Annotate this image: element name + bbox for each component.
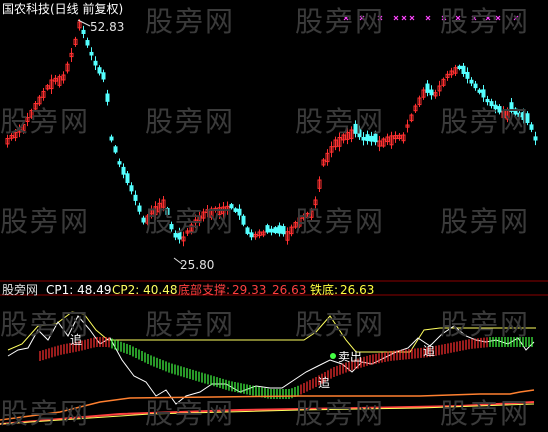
candle-body <box>105 93 110 102</box>
cp1-value: CP1: 48.49 <box>46 283 112 297</box>
candle-body <box>237 208 242 216</box>
candle-body <box>469 79 474 84</box>
candle-body <box>457 65 462 70</box>
candle-body <box>241 215 246 225</box>
candle-body <box>481 89 486 98</box>
watermark: 股旁网 <box>440 397 531 430</box>
watermark: 股旁网 <box>145 105 236 138</box>
candle-body <box>121 166 126 175</box>
candle-body <box>93 60 98 66</box>
chart-title: 国农科技(日线 前复权) <box>2 2 124 16</box>
candle-body <box>117 161 122 165</box>
candle-body <box>281 226 286 235</box>
candle-body <box>533 136 538 141</box>
watermark: 股旁网 <box>145 5 236 38</box>
candle-body <box>85 40 90 46</box>
iron-bottom-label: 铁底: <box>310 283 339 297</box>
watermark: 股旁网 <box>0 397 91 430</box>
watermark: 股旁网 <box>440 308 531 341</box>
candle-body <box>461 65 466 74</box>
chase-annotation: 追 <box>423 344 436 358</box>
sell-annotation: 卖出 <box>338 350 363 364</box>
signal-marker <box>401 15 407 21</box>
candle-body <box>465 71 470 79</box>
watermark: 股旁网 <box>0 105 91 138</box>
watermark: 股旁网 <box>145 397 236 430</box>
candle-body <box>125 173 130 183</box>
low-price-label: 25.80 <box>180 258 215 272</box>
watermark: 股旁网 <box>440 205 531 238</box>
candle-body <box>81 29 86 34</box>
iron-bottom-value: 26.63 <box>340 283 375 297</box>
cp2-value: CP2: 40.48 <box>112 283 178 297</box>
watermark: 股旁网 <box>440 5 531 38</box>
signal-marker <box>425 15 431 21</box>
support-label: 底部支撑: <box>178 283 231 297</box>
signal-marker <box>409 15 415 21</box>
watermark: 股旁网 <box>145 205 236 238</box>
candle-body <box>97 67 102 74</box>
watermark: 股旁网 <box>295 205 386 238</box>
candle-body <box>477 89 482 93</box>
watermark: 股旁网 <box>295 308 386 341</box>
watermark: 股旁网 <box>0 205 91 238</box>
candle-body <box>529 124 534 130</box>
candle-body <box>133 194 138 201</box>
candle-body <box>249 232 254 238</box>
support-value-2: 26.63 <box>272 283 307 297</box>
candle-body <box>473 83 478 89</box>
watermark: 股旁网 <box>295 5 386 38</box>
signal-marker <box>393 15 399 21</box>
candle-body <box>89 51 94 56</box>
chase-annotation: 追 <box>318 376 331 390</box>
candle-body <box>273 227 278 234</box>
candle-body <box>425 83 430 93</box>
chase-annotation: 追 <box>70 333 83 347</box>
candle-body <box>265 225 270 233</box>
candle-body <box>429 89 434 96</box>
candle-body <box>101 72 106 80</box>
candle-body <box>129 185 134 192</box>
candle-body <box>109 136 114 141</box>
high-price-label: 52.83 <box>90 20 125 34</box>
indicator-name: 股旁网 <box>2 283 39 297</box>
support-value-1: 29.33 <box>232 283 267 297</box>
watermark: 股旁网 <box>440 105 531 138</box>
candle-body <box>113 146 118 153</box>
candle-body <box>245 227 250 234</box>
candle-body <box>137 205 142 212</box>
sell-dot <box>330 353 336 359</box>
watermark: 股旁网 <box>295 397 386 430</box>
watermark: 股旁网 <box>295 105 386 138</box>
watermark: 股旁网 <box>145 308 236 341</box>
candle-body <box>277 225 282 234</box>
candle-body <box>269 228 274 233</box>
